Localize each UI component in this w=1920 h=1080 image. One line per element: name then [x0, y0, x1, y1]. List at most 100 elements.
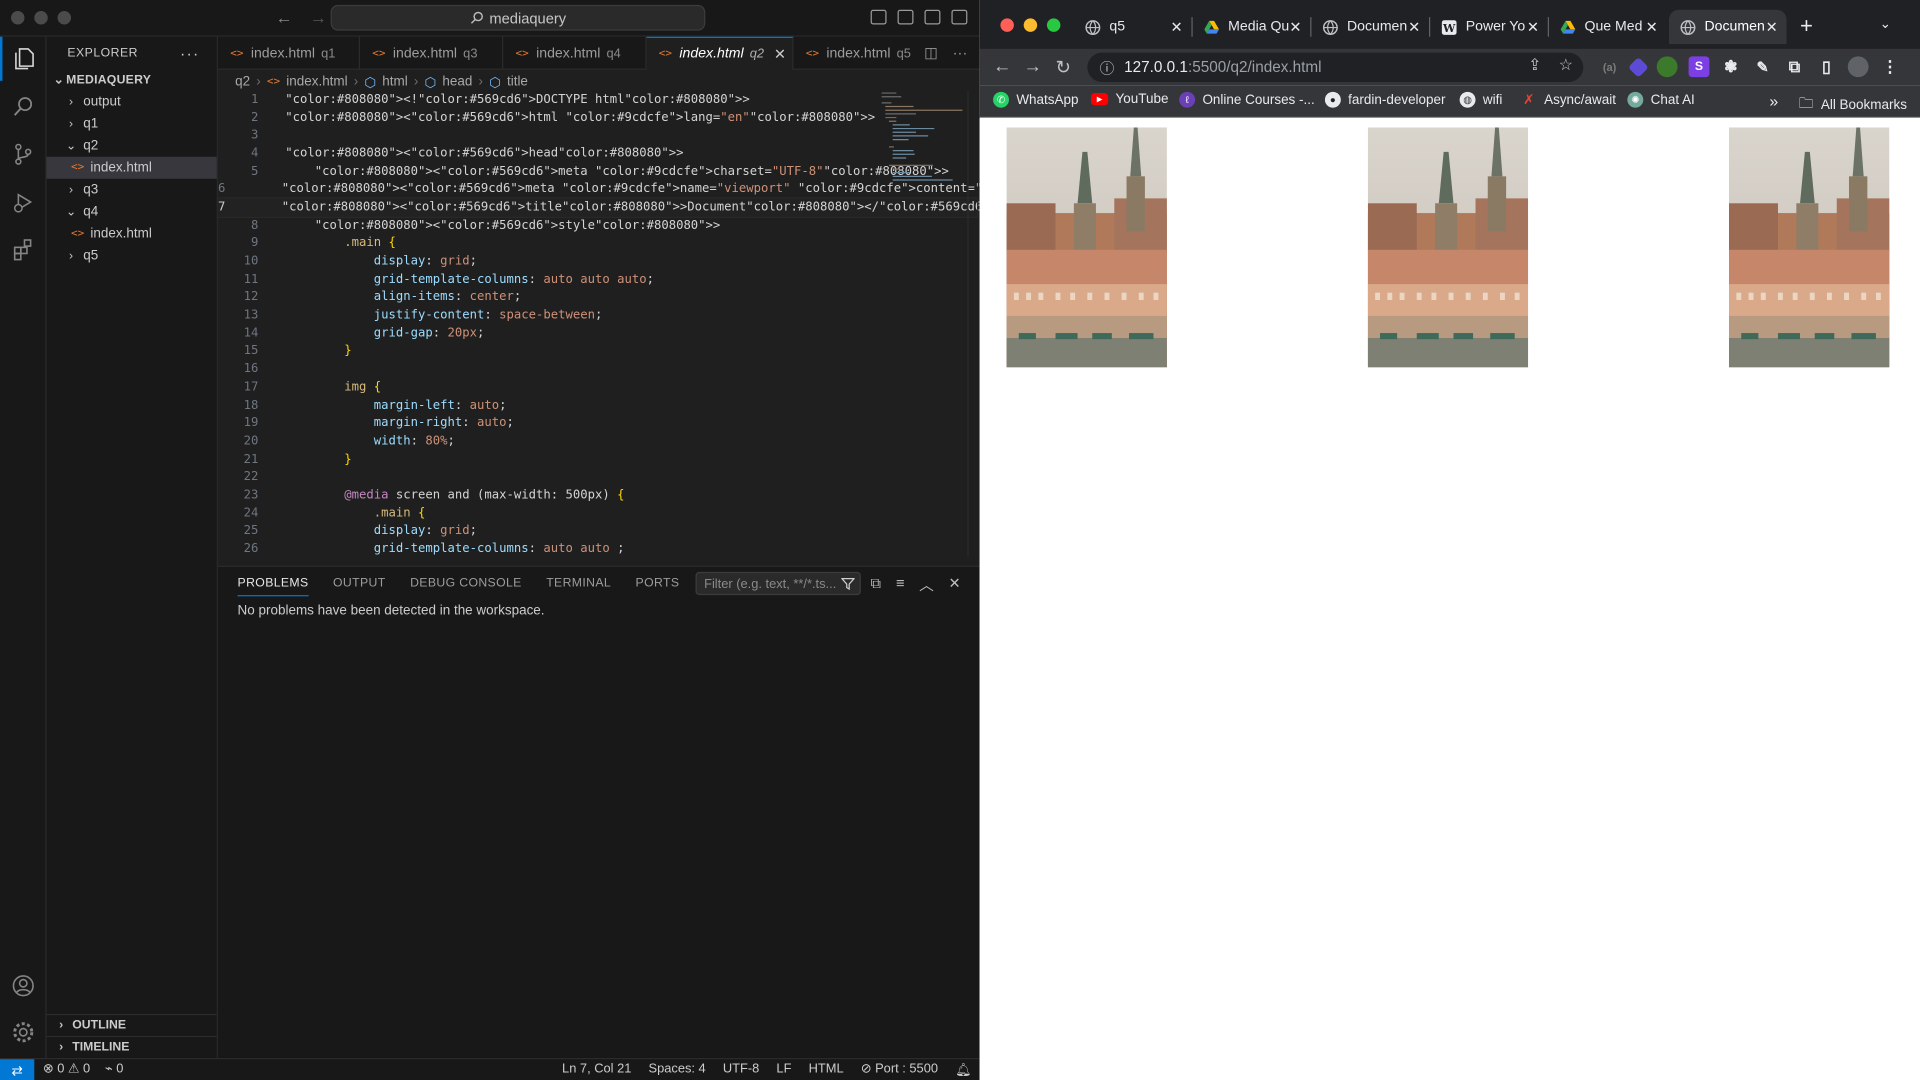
- address-bar[interactable]: ⓘ 127.0.0.1:5500/q2/index.html: [1087, 52, 1584, 83]
- all-bookmarks[interactable]: 🗀︎ All Bookmarks: [1799, 92, 1907, 118]
- code-line[interactable]: 9 .main {: [218, 234, 977, 252]
- breadcrumb-item[interactable]: index.html: [286, 75, 347, 90]
- new-tab-plus-icon[interactable]: +: [1800, 13, 1813, 39]
- minimize-dot[interactable]: [1023, 18, 1038, 32]
- editor-scrollbar[interactable]: [967, 90, 979, 556]
- close-tab-icon[interactable]: ✕: [1527, 18, 1539, 35]
- bookmarks-overflow-icon[interactable]: »: [1769, 92, 1778, 110]
- more-actions-icon[interactable]: ···: [953, 44, 968, 61]
- code-line[interactable]: 21 }: [218, 450, 977, 468]
- tree-file-q4-index[interactable]: <> index.html: [47, 223, 217, 245]
- maximize-panel-icon[interactable]: ︿: [919, 574, 934, 595]
- accounts-icon[interactable]: [0, 964, 47, 1008]
- minimap[interactable]: [879, 91, 965, 189]
- explorer-icon[interactable]: [0, 36, 47, 81]
- editor-tab-active[interactable]: <> index.html q2 ✕: [646, 36, 794, 70]
- code-line[interactable]: 23 @media screen and (max-width: 500px) …: [218, 486, 977, 504]
- code-line[interactable]: 22: [218, 468, 977, 486]
- back-arrow-icon[interactable]: ←: [276, 7, 293, 27]
- close-tab-icon[interactable]: ✕: [1171, 18, 1183, 35]
- tab-output[interactable]: OUTPUT: [333, 576, 386, 589]
- maximize-dot[interactable]: [57, 11, 72, 25]
- ports-status[interactable]: ⌁ 0: [105, 1062, 123, 1077]
- share-icon[interactable]: ⇪: [1528, 55, 1541, 75]
- code-line[interactable]: 10 display: grid;: [218, 252, 977, 270]
- forward-arrow-icon[interactable]: →: [1024, 56, 1042, 77]
- code-line[interactable]: 25 display: grid;: [218, 522, 977, 540]
- bookmark-item[interactable]: ▶ YouTube: [1091, 92, 1168, 107]
- more-actions-icon[interactable]: ···: [180, 43, 200, 61]
- command-center[interactable]: mediaquery: [330, 4, 706, 31]
- code-line[interactable]: 16: [218, 360, 977, 378]
- tree-folder-output[interactable]: › output: [47, 91, 217, 113]
- profile-avatar[interactable]: [1847, 56, 1869, 78]
- code-line[interactable]: 26 grid-template-columns: auto auto ;: [218, 540, 977, 558]
- timeline-section[interactable]: › TIMELINE: [46, 1035, 217, 1058]
- code-line[interactable]: 13 justify-content: space-between;: [218, 306, 977, 324]
- tree-folder-q4[interactable]: ⌄ q4: [47, 201, 217, 223]
- reload-icon[interactable]: ↻: [1056, 56, 1071, 79]
- code-line[interactable]: 1 "color:#808080"><!"color:#569cd6">DOCTY…: [218, 91, 977, 109]
- browser-tab[interactable]: W Power Yo ✕: [1430, 10, 1548, 44]
- breadcrumb-item[interactable]: html: [382, 75, 407, 90]
- problems-status[interactable]: ⊗ 0 ⚠ 0: [43, 1062, 90, 1077]
- browser-tab[interactable]: q5 ✕: [1074, 10, 1192, 44]
- code-line[interactable]: 20 width: 80%;: [218, 432, 977, 450]
- bookmark-star-icon[interactable]: ☆: [1559, 55, 1573, 75]
- forward-arrow-icon[interactable]: →: [310, 7, 327, 27]
- browser-tab-active[interactable]: Documen ✕: [1668, 9, 1787, 45]
- search-icon[interactable]: [0, 84, 47, 128]
- collapse-all-icon[interactable]: ⧉: [871, 574, 882, 595]
- language-mode[interactable]: HTML: [809, 1062, 844, 1078]
- code-line[interactable]: 17 img {: [218, 378, 977, 396]
- workspace-root-folder[interactable]: ⌄ MEDIAQUERY: [47, 69, 217, 91]
- code-line[interactable]: 18 margin-left: auto;: [218, 396, 977, 414]
- side-panel-icon[interactable]: ▯: [1816, 56, 1837, 77]
- split-editor-icon[interactable]: ◫: [924, 44, 938, 61]
- code-line[interactable]: 14 grid-gap: 20px;: [218, 324, 977, 342]
- indentation[interactable]: Spaces: 4: [649, 1062, 706, 1078]
- code-line[interactable]: 4 "color:#808080"><"color:#569cd6">head"c…: [218, 145, 977, 163]
- breadcrumb-item[interactable]: head: [442, 75, 472, 90]
- toggle-secondary-sidebar-icon[interactable]: [924, 9, 941, 25]
- close-tab-icon[interactable]: ✕: [1408, 18, 1420, 35]
- extensions-puzzle-icon[interactable]: ⧉: [1784, 56, 1805, 77]
- toggle-sidebar-icon[interactable]: [870, 9, 887, 25]
- tree-folder-q1[interactable]: › q1: [47, 113, 217, 135]
- customize-layout-icon[interactable]: [951, 9, 968, 25]
- cursor-position[interactable]: Ln 7, Col 21: [562, 1062, 631, 1078]
- extension-icon[interactable]: (a): [1599, 56, 1620, 77]
- encoding[interactable]: UTF-8: [723, 1062, 759, 1078]
- live-server-port[interactable]: ⊘ Port : 5500: [861, 1062, 938, 1078]
- extension-icon[interactable]: ✎: [1752, 56, 1773, 77]
- tab-search-chevron-icon[interactable]: ⌄: [1880, 16, 1891, 32]
- browser-tab[interactable]: Documen ✕: [1311, 10, 1429, 44]
- browser-tab[interactable]: Que Med ✕: [1549, 10, 1667, 44]
- code-line[interactable]: 8 "color:#808080"><"color:#569cd6">style…: [218, 217, 977, 235]
- outline-section[interactable]: › OUTLINE: [46, 1013, 217, 1036]
- tree-folder-q2[interactable]: ⌄ q2: [47, 135, 217, 157]
- close-tab-icon[interactable]: ✕: [1766, 18, 1778, 35]
- code-editor[interactable]: 1 "color:#808080"><!"color:#569cd6">DOCTY…: [216, 91, 980, 559]
- editor-tab[interactable]: <> index.html q4: [503, 36, 647, 70]
- browser-tab[interactable]: Media Qu ✕: [1193, 10, 1311, 44]
- extension-icon[interactable]: S: [1688, 56, 1710, 78]
- tree-folder-q5[interactable]: › q5: [47, 245, 217, 267]
- close-tab-icon[interactable]: ✕: [1646, 18, 1658, 35]
- code-line[interactable]: 2 "color:#808080"><"color:#569cd6">html "…: [218, 109, 977, 127]
- back-arrow-icon[interactable]: ←: [993, 56, 1011, 77]
- end-of-line[interactable]: LF: [776, 1062, 791, 1078]
- notifications-bell-icon[interactable]: 🔔︎: [955, 1062, 971, 1078]
- code-line[interactable]: 3: [218, 127, 977, 145]
- code-line[interactable]: 7 "color:#808080"><"color:#569cd6">title…: [216, 197, 980, 218]
- toggle-panel-icon[interactable]: [897, 9, 914, 25]
- settings-gear-icon[interactable]: [0, 1010, 47, 1054]
- close-tab-icon[interactable]: ✕: [774, 45, 786, 62]
- tab-ports[interactable]: PORTS: [636, 576, 680, 589]
- tab-terminal[interactable]: TERMINAL: [546, 576, 611, 589]
- remote-indicator-icon[interactable]: ⇄: [0, 1059, 35, 1080]
- code-line[interactable]: 12 align-items: center;: [218, 288, 977, 306]
- tree-folder-q3[interactable]: › q3: [47, 179, 217, 201]
- close-panel-icon[interactable]: ✕: [949, 574, 961, 595]
- extensions-icon[interactable]: [0, 228, 47, 272]
